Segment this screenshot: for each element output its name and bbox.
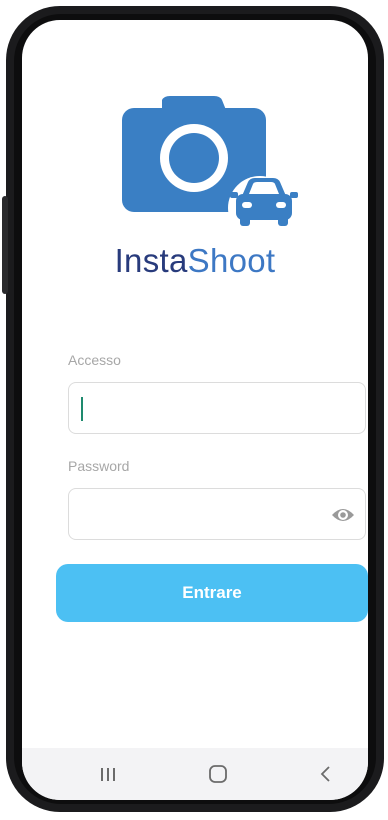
app-title: InstaShoot	[22, 242, 368, 280]
camera-car-icon	[122, 96, 312, 240]
password-field-box[interactable]	[68, 488, 366, 540]
home-icon[interactable]	[204, 762, 232, 786]
system-nav-bar	[22, 748, 368, 800]
password-input[interactable]	[69, 489, 365, 539]
app-screen: InstaShoot Accesso Password Entrare	[22, 20, 368, 800]
back-icon[interactable]	[312, 762, 340, 786]
app-title-part-b: Shoot	[187, 242, 276, 279]
login-button[interactable]: Entrare	[56, 564, 368, 622]
phone-side-button	[2, 196, 8, 294]
recent-apps-icon[interactable]	[94, 762, 122, 786]
eye-icon[interactable]	[331, 505, 355, 525]
username-field-box[interactable]	[68, 382, 366, 434]
username-label: Accesso	[68, 352, 121, 368]
app-logo	[122, 96, 298, 240]
text-caret	[81, 397, 83, 421]
page: InstaShoot Accesso Password Entrare	[0, 0, 388, 820]
status-bar	[22, 20, 368, 60]
username-input[interactable]	[69, 383, 365, 433]
password-label: Password	[68, 458, 130, 474]
app-title-part-a: Insta	[114, 242, 188, 279]
